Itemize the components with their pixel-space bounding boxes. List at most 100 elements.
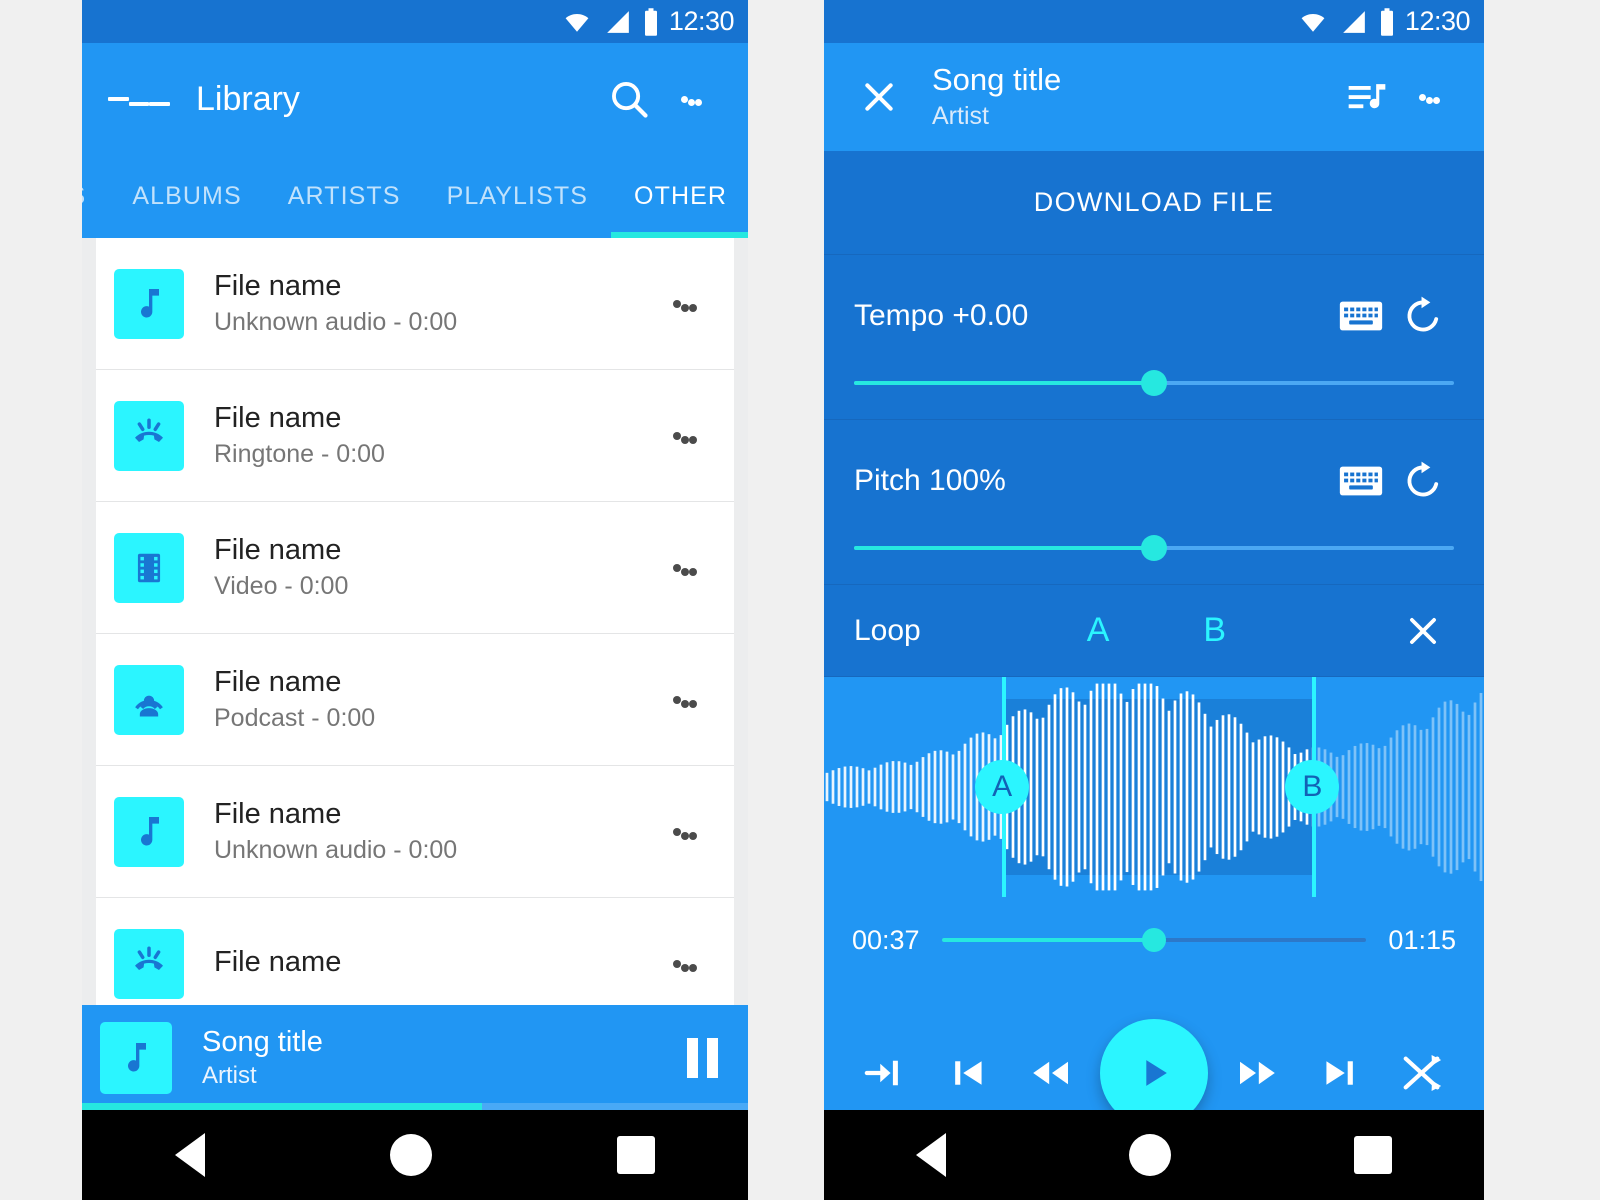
- page-title: Library: [196, 79, 300, 118]
- ringtone-icon: [114, 400, 184, 471]
- mini-player-title: Song title: [202, 1025, 323, 1058]
- close-icon[interactable]: [848, 66, 910, 128]
- tab-artists[interactable]: ARTISTS: [265, 155, 424, 238]
- mini-player[interactable]: Song title Artist: [82, 1005, 748, 1110]
- status-bar-clock: 12:30: [668, 6, 735, 36]
- total-time-label: 01:15: [1388, 924, 1456, 955]
- android-nav-bar-left: [82, 1110, 748, 1200]
- jump-to-button[interactable]: [854, 1041, 918, 1105]
- pitch-label: Pitch 100%: [854, 464, 1006, 497]
- cell-signal-icon: [1343, 10, 1365, 33]
- list-item-texts: File name Unknown audio - 0:00: [214, 268, 654, 340]
- mini-player-progress-bar[interactable]: [82, 1103, 748, 1110]
- keyboard-icon[interactable]: [1330, 285, 1392, 347]
- list-item-overflow-icon[interactable]: [654, 273, 716, 335]
- loop-point-a-button[interactable]: A: [1087, 611, 1110, 650]
- list-item[interactable]: File name Podcast - 0:00: [96, 634, 734, 766]
- list-item[interactable]: File name Ringtone - 0:00: [96, 370, 734, 502]
- pitch-header: Pitch 100%: [854, 450, 1454, 512]
- pause-icon[interactable]: [674, 1030, 730, 1086]
- tempo-header: Tempo +0.00: [854, 285, 1454, 347]
- ringtone-icon: [114, 928, 184, 999]
- status-bar-right: 12:30: [824, 0, 1484, 43]
- tab-albums[interactable]: ALBUMS: [109, 155, 264, 238]
- download-file-button[interactable]: DOWNLOAD FILE: [824, 151, 1484, 255]
- list-item-subtitle: Ringtone - 0:00: [214, 439, 385, 468]
- waveform-marker-a-badge[interactable]: A: [975, 760, 1030, 814]
- loop-section: Loop A B: [824, 585, 1484, 677]
- tempo-slider[interactable]: [854, 370, 1454, 396]
- recents-icon[interactable]: [617, 1136, 656, 1174]
- loop-ab-buttons: A B: [961, 611, 1352, 650]
- search-icon[interactable]: [598, 68, 660, 130]
- status-bar-clock: 12:30: [1404, 6, 1471, 36]
- loop-point-b-button[interactable]: B: [1203, 611, 1226, 650]
- overflow-menu-icon[interactable]: [1398, 66, 1460, 128]
- seek-slider[interactable]: [941, 928, 1367, 952]
- list-item-subtitle: Unknown audio - 0:00: [214, 307, 458, 336]
- list-item-overflow-icon[interactable]: [654, 405, 716, 467]
- list-item-overflow-icon[interactable]: [654, 669, 716, 731]
- rewind-button[interactable]: [1018, 1041, 1082, 1105]
- list-item-texts: File name Ringtone - 0:00: [214, 400, 654, 472]
- list-item-overflow-icon[interactable]: [654, 933, 716, 995]
- pitch-slider[interactable]: [854, 535, 1454, 561]
- list-item-texts: File name Unknown audio - 0:00: [214, 796, 654, 868]
- tab-other[interactable]: OTHER: [611, 155, 748, 238]
- list-item-subtitle: Podcast - 0:00: [214, 703, 376, 732]
- app-bar-right: Song title Artist: [824, 43, 1484, 151]
- hamburger-menu-icon[interactable]: [108, 68, 171, 130]
- list-item[interactable]: File name Unknown audio - 0:00: [96, 766, 734, 898]
- music-note-icon: [100, 1021, 172, 1094]
- battery-icon: [644, 7, 657, 36]
- home-icon[interactable]: [1128, 1134, 1171, 1176]
- list-item-title: File name: [214, 401, 342, 434]
- reset-refresh-icon[interactable]: [1392, 285, 1454, 347]
- tempo-section: Tempo +0.00: [824, 255, 1484, 420]
- tab-playlists[interactable]: PLAYLISTS: [424, 155, 611, 238]
- android-nav-bar-right: [824, 1110, 1484, 1200]
- list-item-overflow-icon[interactable]: [654, 537, 716, 599]
- waveform-display[interactable]: A B: [824, 677, 1484, 897]
- skip-previous-button[interactable]: [936, 1041, 1000, 1105]
- cell-signal-icon: [607, 10, 629, 33]
- music-note-icon: [114, 796, 184, 867]
- mini-player-artist: Artist: [202, 1062, 257, 1090]
- home-icon[interactable]: [389, 1134, 432, 1176]
- phone-right-player-screen: 12:30 Song title Artist DOWNLOAD FILE Te…: [824, 0, 1484, 1200]
- shuffle-button[interactable]: [1390, 1041, 1454, 1105]
- skip-next-button[interactable]: [1308, 1041, 1372, 1105]
- video-film-icon: [114, 532, 184, 603]
- list-item[interactable]: File name Video - 0:00: [96, 502, 734, 634]
- mini-player-texts: Song title Artist: [202, 1024, 674, 1091]
- keyboard-icon[interactable]: [1330, 450, 1392, 512]
- reset-refresh-icon[interactable]: [1392, 450, 1454, 512]
- now-playing-artist: Artist: [932, 102, 989, 131]
- list-item-texts: File name: [214, 944, 654, 982]
- list-item-title: File name: [214, 269, 342, 302]
- tempo-label: Tempo +0.00: [854, 299, 1029, 332]
- list-item-subtitle: Video - 0:00: [214, 571, 349, 600]
- list-item-overflow-icon[interactable]: [654, 801, 716, 863]
- back-icon[interactable]: [915, 1133, 946, 1177]
- list-item-subtitle: Unknown audio - 0:00: [214, 835, 458, 864]
- loop-label: Loop: [854, 613, 921, 647]
- music-note-icon: [114, 268, 184, 339]
- now-playing-titles: Song title Artist: [932, 61, 1336, 132]
- list-item-title: File name: [214, 797, 342, 830]
- back-icon[interactable]: [174, 1133, 205, 1177]
- loop-clear-close-icon[interactable]: [1392, 600, 1454, 662]
- waveform-bars: [825, 683, 1483, 891]
- waveform-marker-b-badge[interactable]: B: [1285, 760, 1340, 814]
- tab-songs[interactable]: GS: [82, 155, 109, 238]
- current-time-label: 00:37: [852, 924, 920, 955]
- list-item[interactable]: File name Unknown audio - 0:00: [96, 238, 734, 370]
- list-item-texts: File name Video - 0:00: [214, 532, 654, 604]
- list-item-title: File name: [214, 533, 342, 566]
- overflow-menu-icon[interactable]: [660, 68, 722, 130]
- pitch-section: Pitch 100%: [824, 420, 1484, 585]
- battery-icon: [1380, 7, 1393, 36]
- fast-forward-button[interactable]: [1226, 1041, 1290, 1105]
- queue-music-icon[interactable]: [1336, 66, 1398, 128]
- recents-icon[interactable]: [1354, 1136, 1393, 1174]
